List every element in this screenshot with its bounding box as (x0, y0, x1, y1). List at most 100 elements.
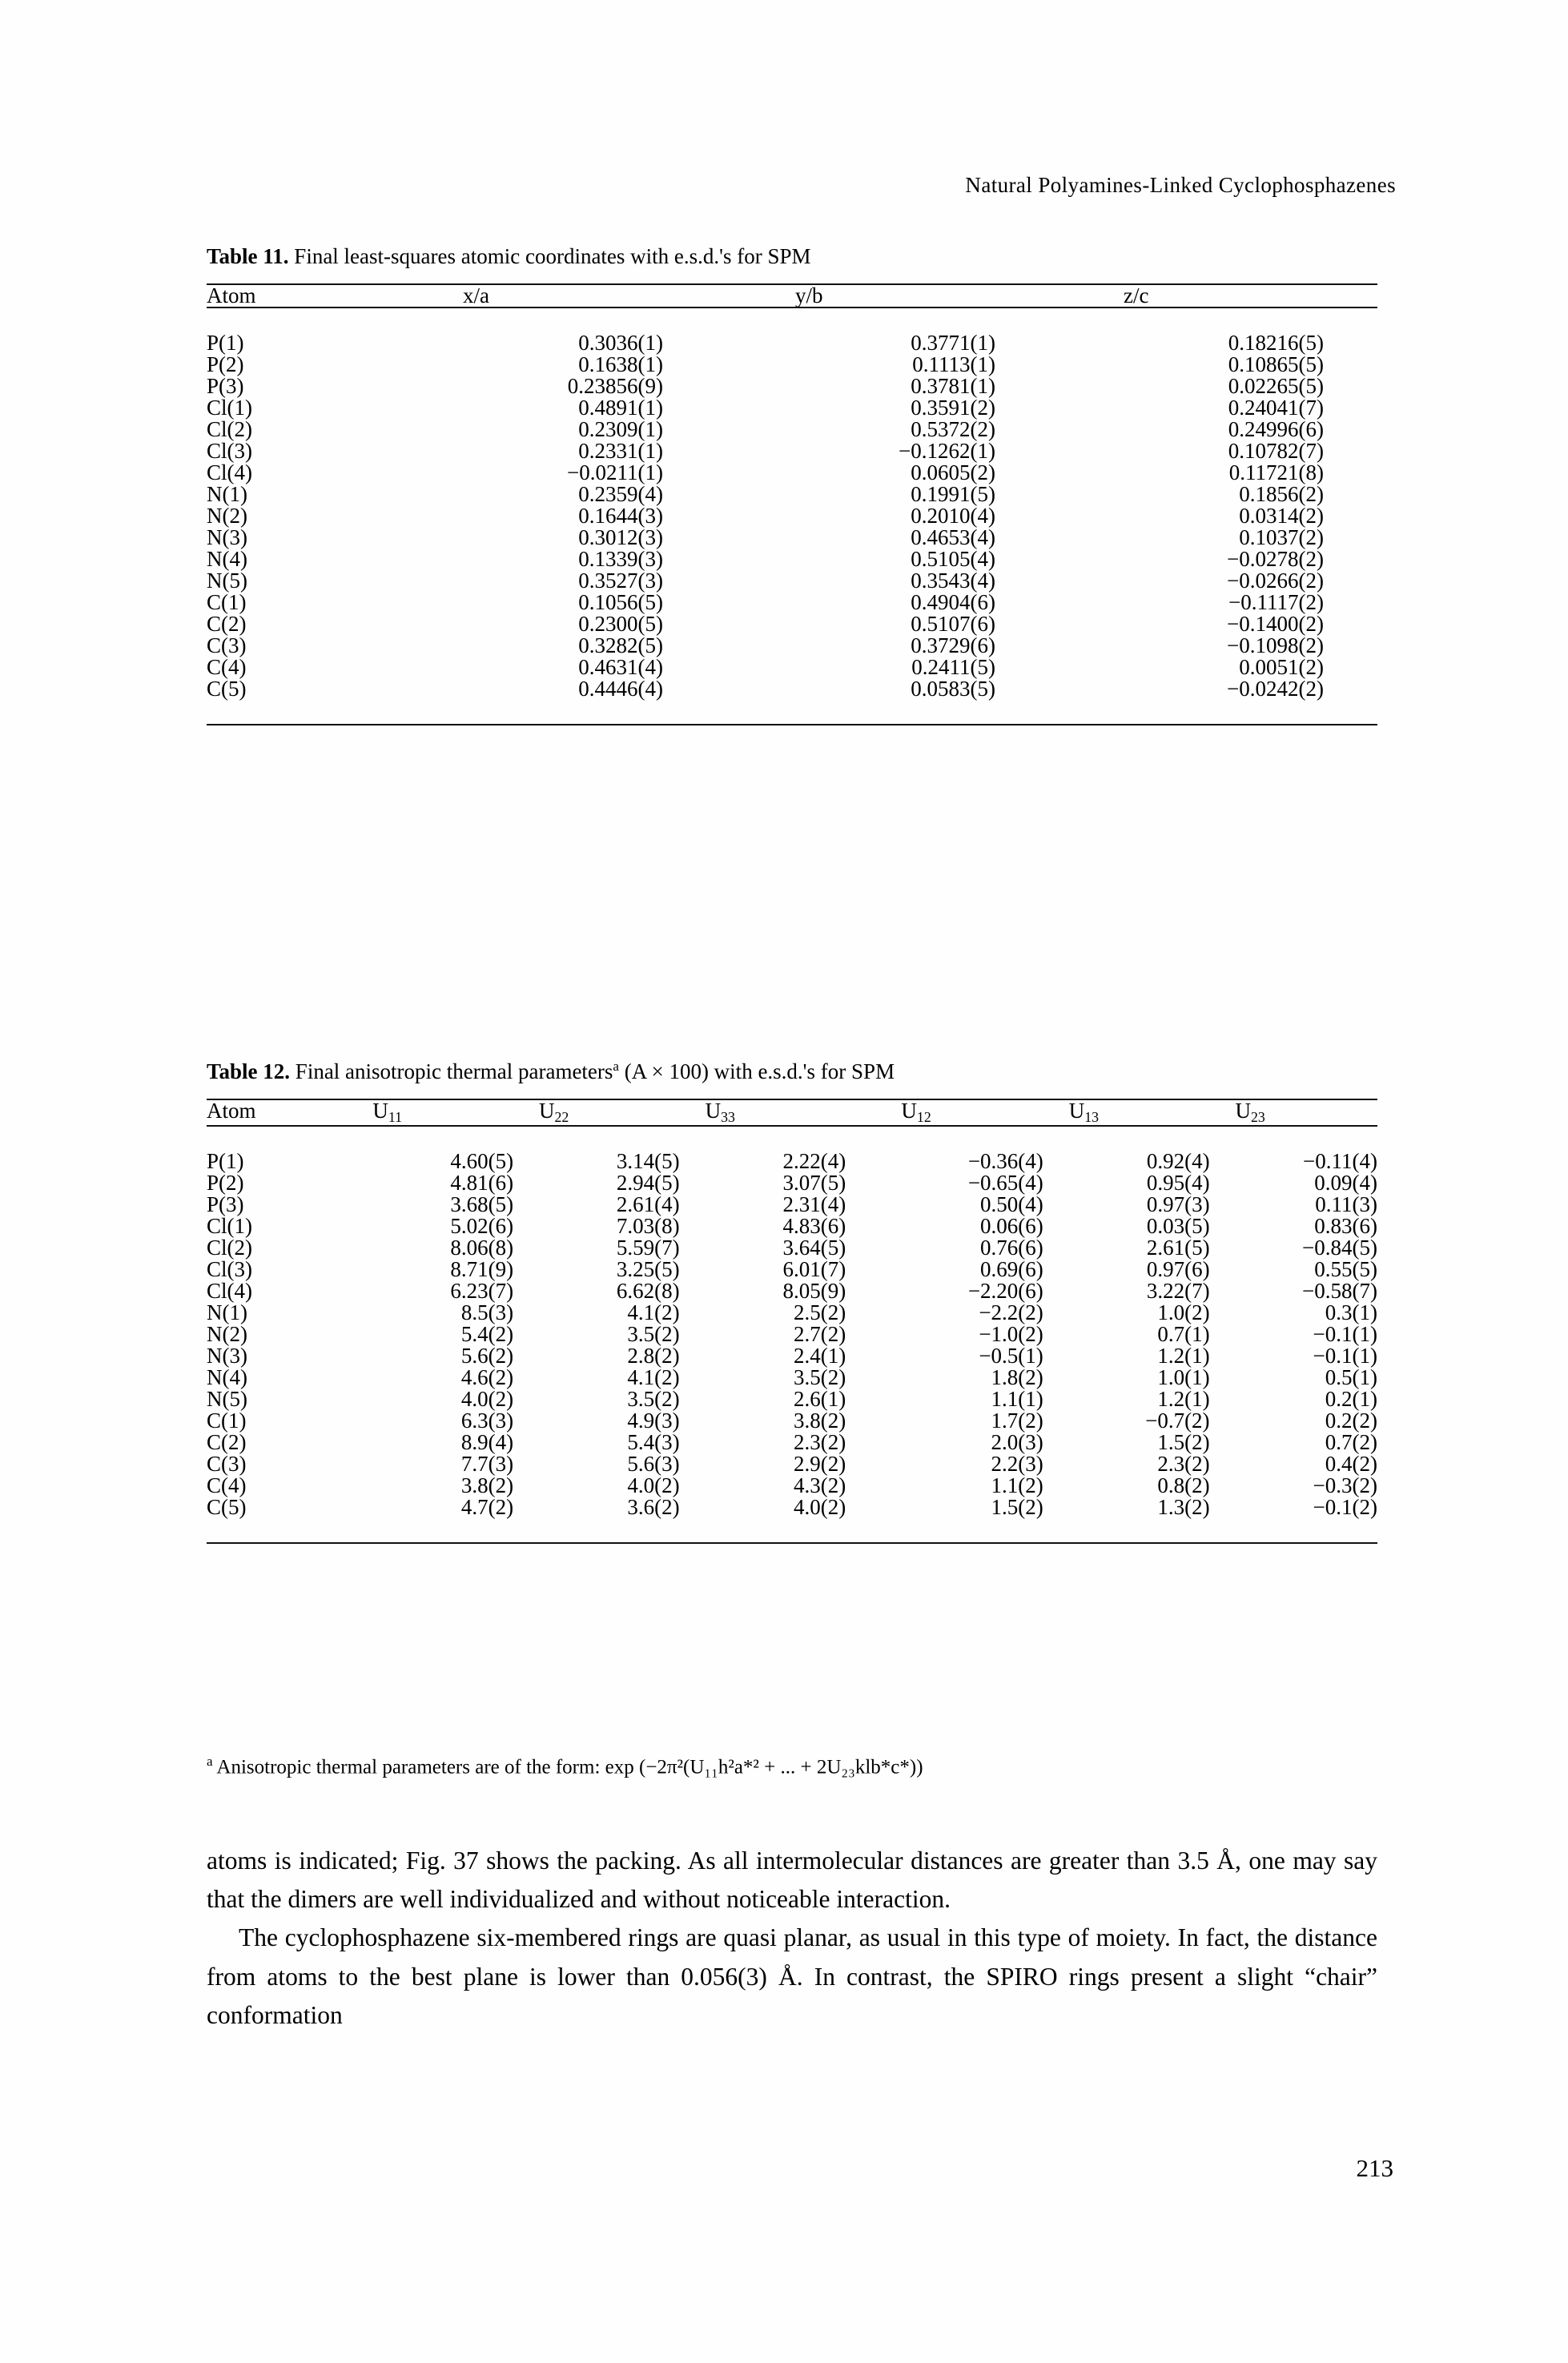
spacer-cell (371, 549, 463, 570)
spacer-cell (1210, 1345, 1236, 1367)
table-11-cell-yb: 0.1991(5) (911, 482, 995, 506)
spacer-cell (1210, 1388, 1236, 1410)
table-12-cell-u22: 3.6(2) (627, 1494, 680, 1519)
spacer-cell (371, 613, 463, 635)
spacer-cell (1043, 1216, 1069, 1237)
spacer-cell (1043, 1388, 1069, 1410)
spacer-cell (846, 1237, 901, 1259)
u-symbol-base: U (372, 1099, 388, 1123)
spacer-cell (1324, 307, 1377, 354)
spacer-cell (347, 1432, 372, 1453)
spacer-cell (995, 613, 1124, 635)
table-11-bottom-rule (207, 724, 1377, 725)
spacer-cell (663, 307, 795, 354)
spacer-cell (846, 1172, 901, 1194)
spacer-cell (347, 1259, 372, 1280)
table-row: N(4) 0.1339(3) 0.5105(4) −0.0278(2) (207, 549, 1377, 570)
table-11-col-atom: Atom (207, 283, 256, 307)
spacer-cell (371, 527, 463, 549)
spacer-cell (513, 1345, 539, 1367)
table-12-cell-atom: P(1) (207, 1148, 244, 1173)
spacer-cell (1210, 1302, 1236, 1324)
table-12-cell-u12: 1.7(2) (991, 1408, 1043, 1433)
spacer-cell (680, 1388, 706, 1410)
table-row: N(1) 8.5(3) 4.1(2) 2.5(2) −2.2(2) 1.0(2) 0.3(1… (207, 1300, 1377, 1324)
spacer-cell (680, 1280, 706, 1302)
spacer-cell (1324, 440, 1377, 462)
table-row: Cl(3) 0.2331(1) −0.1262(1) 0.10782(7) (207, 440, 1377, 462)
spacer-cell (1210, 1432, 1236, 1453)
spacer-cell (1324, 570, 1377, 592)
spacer-cell (371, 354, 463, 376)
table-11-cell-yb: 0.0605(2) (911, 460, 995, 484)
spacer-cell (846, 1453, 901, 1475)
spacer-cell (513, 1497, 539, 1542)
spacer-cell (513, 1280, 539, 1302)
spacer-cell (347, 1126, 372, 1172)
table-row: Cl(4) 6.23(7) 6.62(8) 8.05(9) −2.20(6) 3.22(7… (207, 1280, 1377, 1302)
table-11-cell-yb: 0.1113(1) (912, 352, 995, 376)
spacer-cell (1043, 1432, 1069, 1453)
table-11-cell-yb: 0.4904(6) (911, 590, 995, 614)
table-12-cell-u22: 2.8(2) (627, 1343, 680, 1368)
table-12-cell-u33: 4.3(2) (793, 1473, 846, 1497)
table-12-cell-u13: 0.97(6) (1146, 1256, 1210, 1281)
table-12-bottom-rule (207, 1541, 1377, 1544)
table-12-body: P(1) 4.60(5) 3.14(5) 2.22(4) −0.36(4) 0.92(4)… (207, 1125, 1377, 1542)
table-12-cell-u33: 2.4(1) (793, 1343, 846, 1368)
table-12-cell-u11: 4.6(2) (460, 1364, 514, 1389)
table-12-col-u33: U33 (706, 1099, 846, 1126)
u-symbol-base: U (538, 1099, 555, 1123)
table-12-cell-u33: 3.8(2) (793, 1408, 846, 1433)
table-11-cell-atom: Cl(4) (207, 460, 252, 484)
spacer-cell (663, 505, 795, 527)
table-11-cell-xa: 0.1339(3) (578, 547, 663, 571)
table-row: P(2) 0.1638(1) 0.1113(1) 0.10865(5) (207, 354, 1377, 376)
table-12-footnote: a Anisotropic thermal parameters are of … (207, 1754, 923, 1778)
table-12-cell-u23: −0.1(2) (1313, 1494, 1377, 1519)
table-11-cell-atom: C(5) (207, 677, 247, 701)
table-11-cell-yb: 0.4653(4) (911, 525, 995, 549)
table-12-cell-u23: 0.2(1) (1325, 1386, 1377, 1411)
table-11-cell-xa: 0.1638(1) (578, 352, 663, 376)
table-12-cell-u11: 8.5(3) (460, 1300, 514, 1324)
table-12-cell-u13: 2.61(5) (1146, 1235, 1210, 1260)
spacer-cell (1043, 1172, 1069, 1194)
table-11-cell-zc: −0.1098(2) (1227, 633, 1324, 657)
table-12-cell-u22: 7.03(8) (616, 1213, 680, 1238)
spacer-cell (371, 397, 463, 419)
table-12-block: Table 12. Final anisotropic thermal para… (207, 1059, 1377, 1544)
spacer-cell (995, 440, 1124, 462)
table-row: C(3) 0.3282(5) 0.3729(6) −0.1098(2) (207, 635, 1377, 657)
table-11-cell-yb: 0.5372(2) (911, 417, 995, 441)
table-12-cell-u22: 2.61(4) (616, 1192, 680, 1216)
table-row: N(5) 0.3527(3) 0.3543(4) −0.0266(2) (207, 570, 1377, 592)
table-11-body: P(1) 0.3036(1) 0.3771(1) 0.18216(5) P(2) 0.16… (207, 307, 1377, 724)
table-12-cell-u11: 6.23(7) (450, 1278, 514, 1303)
table-12-col-u23: U23 (1235, 1099, 1377, 1126)
table-11-cell-yb: 0.2411(5) (911, 655, 995, 679)
spacer-cell (680, 1324, 706, 1345)
table-11-cell-atom: C(1) (207, 590, 247, 614)
table-row: C(4) 0.4631(4) 0.2411(5) 0.0051(2) (207, 657, 1377, 678)
spacer-cell (995, 505, 1124, 527)
table-12-cell-u22: 6.62(8) (616, 1278, 680, 1303)
spacer-cell (513, 1367, 539, 1388)
spacer-cell (513, 1099, 539, 1126)
table-12-cell-u12: 1.8(2) (991, 1364, 1043, 1389)
spacer-cell (1324, 505, 1377, 527)
table-12-cell-u23: 0.7(2) (1325, 1429, 1377, 1454)
table-row: Cl(2) 8.06(8) 5.59(7) 3.64(5) 0.76(6) 2.61(5)… (207, 1235, 1377, 1260)
table-11-block: Table 11. Final least-squares atomic coo… (207, 244, 1377, 725)
table-12-cell-u12: 1.1(1) (991, 1386, 1043, 1411)
spacer-cell (1210, 1172, 1236, 1194)
table-11-cell-atom: N(2) (207, 504, 247, 528)
table-12-head: Atom U11 U22 U33 U12 U13 U23 (207, 1099, 1377, 1126)
table-11-cell-atom: N(4) (207, 547, 247, 571)
table-11-cell-zc: 0.10782(7) (1228, 439, 1324, 463)
spacer-cell (1043, 1410, 1069, 1432)
spacer-cell (846, 1388, 901, 1410)
table-12-cell-u33: 3.64(5) (782, 1235, 846, 1260)
table-row: P(3) 0.23856(9) 0.3781(1) 0.02265(5) (207, 376, 1377, 397)
spacer-cell (513, 1388, 539, 1410)
